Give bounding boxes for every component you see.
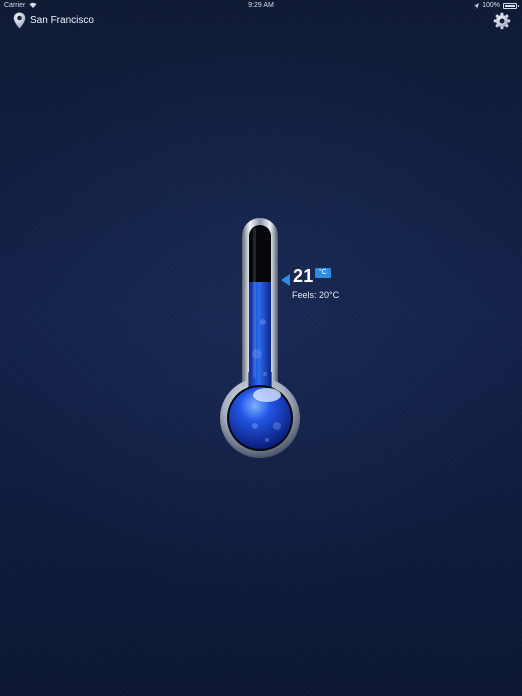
feels-value: 20°C (319, 290, 340, 300)
status-time: 9:29 AM (248, 2, 274, 9)
map-pin-icon (13, 12, 26, 29)
feels-like: Feels: 20°C (292, 290, 339, 300)
temperature-value: 21 (293, 266, 314, 286)
battery-icon (503, 2, 519, 9)
status-bar: Carrier 9:29 AM 100% (0, 0, 522, 12)
battery-percent: 100% (482, 2, 500, 9)
location-button[interactable]: San Francisco (13, 12, 94, 29)
status-right: 100% (474, 2, 519, 9)
location-name: San Francisco (30, 15, 94, 26)
feels-label: Feels: (292, 290, 317, 300)
location-arrow-icon (474, 2, 480, 9)
gear-icon (493, 12, 511, 30)
pointer-arrow-icon (281, 274, 290, 286)
thermometer (215, 212, 305, 468)
unit-toggle-button[interactable]: °C (315, 268, 331, 278)
settings-button[interactable] (493, 12, 511, 30)
thermometer-graphic (220, 218, 300, 458)
